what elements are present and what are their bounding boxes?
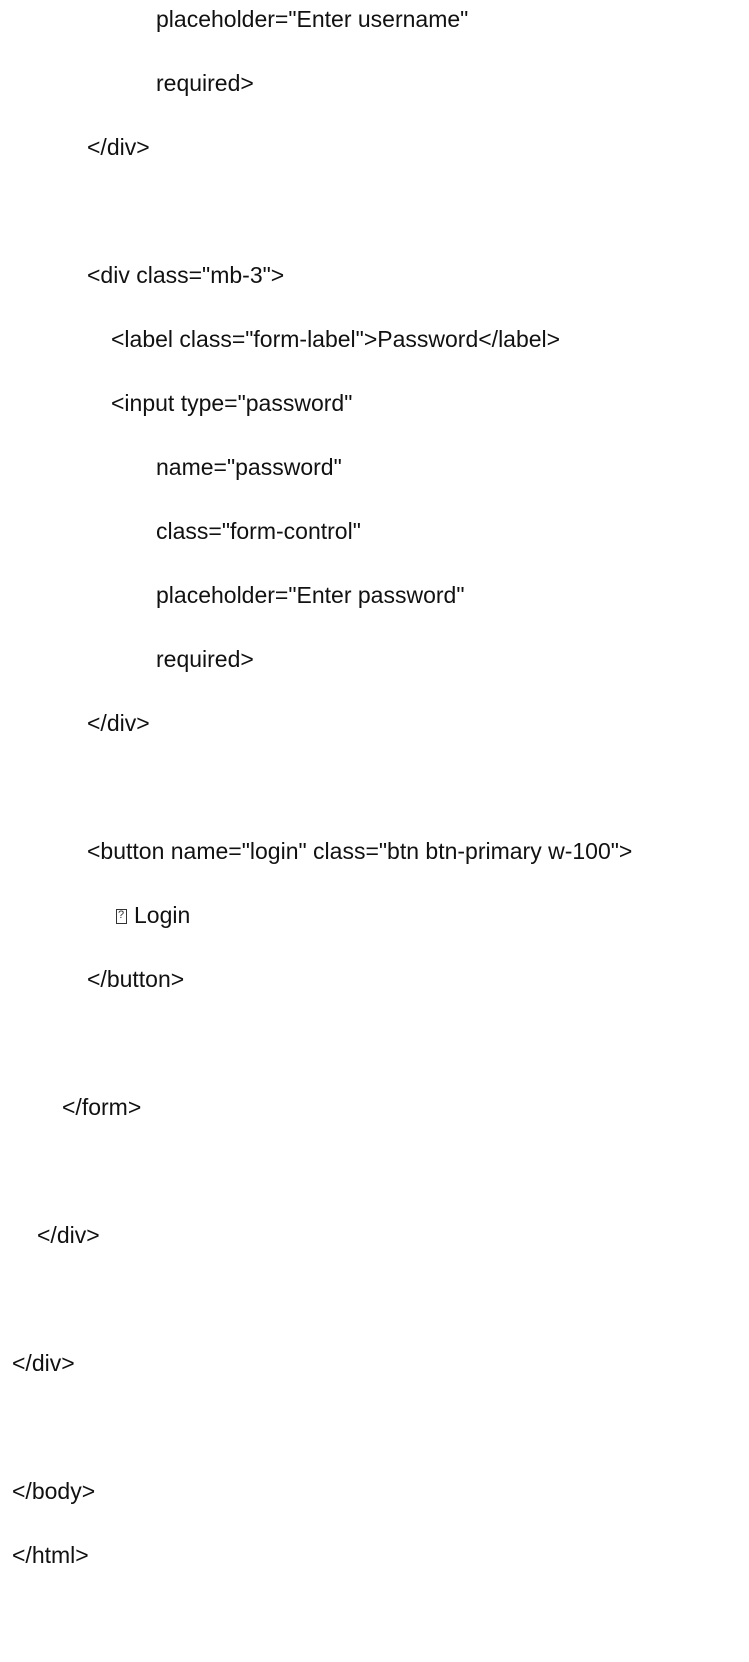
code-line-button-login: <button name="login" class="btn btn-prim… [87, 838, 633, 864]
code-line-placeholder-password: placeholder="Enter password" [156, 582, 465, 608]
code-line-close-div: </div> [87, 134, 150, 160]
code-line-close-div: </div> [87, 710, 150, 736]
code-line-div-mb3: <div class="mb-3"> [87, 262, 285, 288]
code-line-required: required> [156, 70, 254, 96]
code-line-class-form-control: class="form-control" [156, 518, 361, 544]
code-document: placeholder="Enter username" required> <… [0, 0, 749, 1662]
code-line-close-button: </button> [87, 966, 185, 992]
code-line-name-password: name="password" [156, 454, 342, 480]
login-text: Login [134, 902, 191, 928]
code-line-login-text: Login [116, 899, 190, 931]
code-line-input-password: <input type="password" [111, 390, 353, 416]
code-line-label-password: <label class="form-label">Password</labe… [111, 326, 561, 352]
code-line-placeholder-username: placeholder="Enter username" [156, 6, 469, 32]
missing-glyph-box-icon [116, 908, 127, 924]
code-line-required: required> [156, 646, 254, 672]
code-line-close-html: </html> [12, 1542, 89, 1568]
code-line-close-div: </div> [12, 1350, 75, 1376]
code-line-close-div: </div> [37, 1222, 100, 1248]
code-line-close-body: </body> [12, 1478, 96, 1504]
code-line-close-form: </form> [62, 1094, 142, 1120]
